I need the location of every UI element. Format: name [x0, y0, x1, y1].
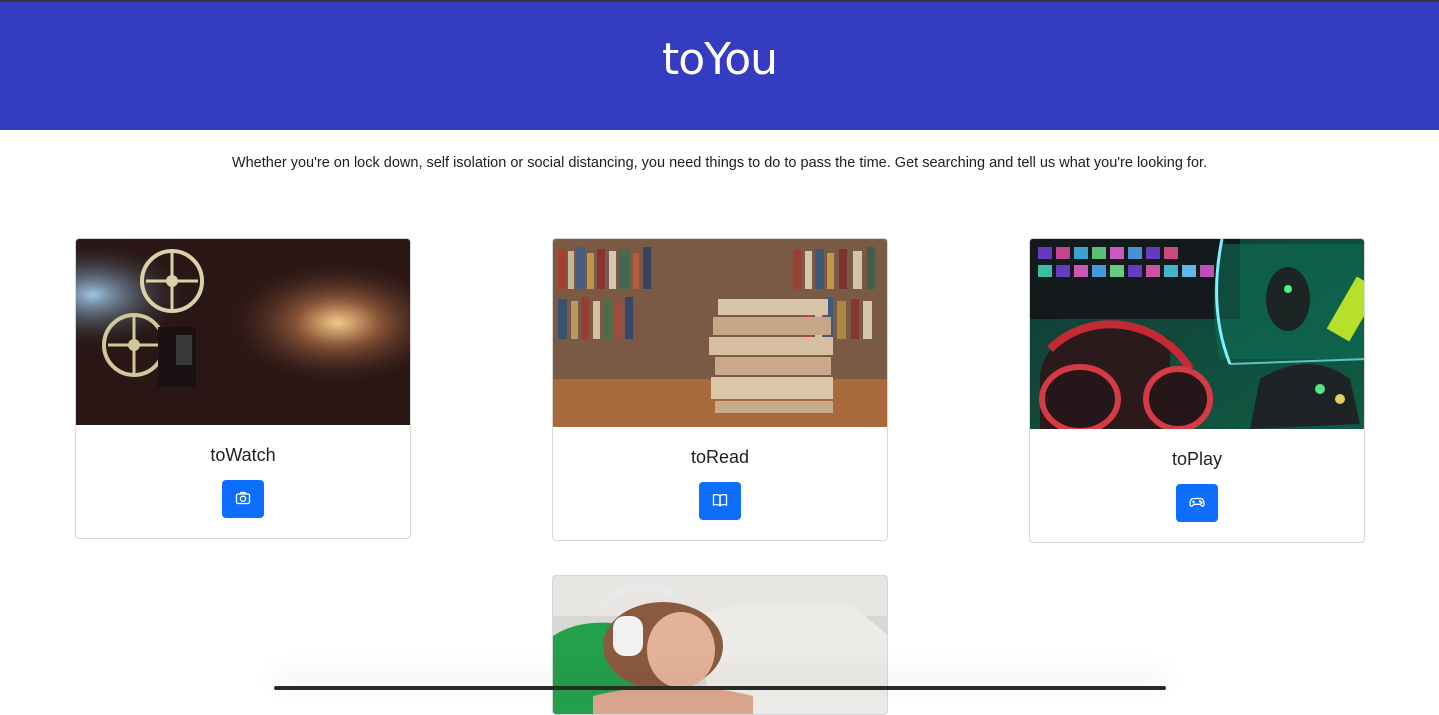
card-toplay: toPlay: [1029, 238, 1365, 543]
card-title-toread: toRead: [690, 447, 750, 467]
site-header: toYou: [0, 2, 1439, 130]
card-towatch: toWatch: [75, 238, 411, 539]
book-icon: [712, 492, 728, 511]
gamepad-icon: [1189, 494, 1205, 513]
card-tolisten: [552, 575, 888, 715]
bottom-bar-shadow: [274, 686, 1166, 690]
toplay-button[interactable]: [1176, 484, 1218, 522]
stack-of-books-image: [553, 239, 887, 427]
gaming-setup-image: [1030, 239, 1364, 429]
card-title-towatch: toWatch: [210, 445, 276, 465]
film-projector-image: [76, 239, 410, 425]
brand-logo[interactable]: toYou: [662, 34, 778, 85]
intro-text: Whether you're on lock down, self isolat…: [231, 155, 1208, 171]
card-title-toplay: toPlay: [1171, 449, 1223, 469]
card-toread: toRead: [552, 238, 888, 541]
towatch-button[interactable]: [222, 480, 264, 518]
woman-with-headphones-image: [553, 576, 887, 714]
toread-button[interactable]: [699, 482, 741, 520]
camera-icon: [235, 490, 251, 509]
